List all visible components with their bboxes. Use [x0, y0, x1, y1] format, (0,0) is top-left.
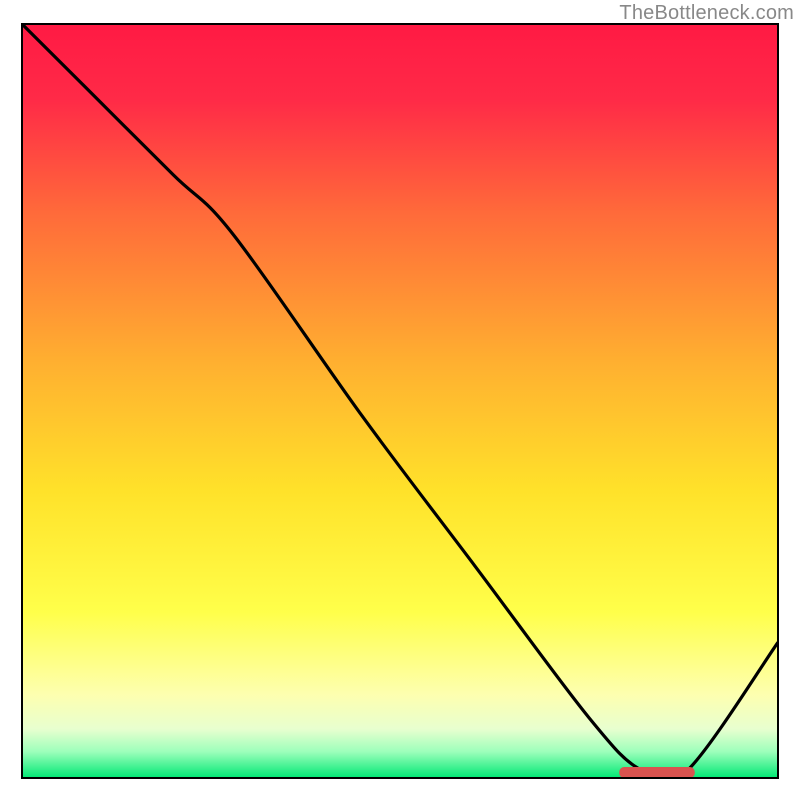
watermark-text: TheBottleneck.com — [619, 2, 794, 25]
optimal-marker — [619, 767, 695, 778]
bottleneck-chart — [0, 0, 800, 800]
chart-container: TheBottleneck.com — [0, 0, 800, 800]
